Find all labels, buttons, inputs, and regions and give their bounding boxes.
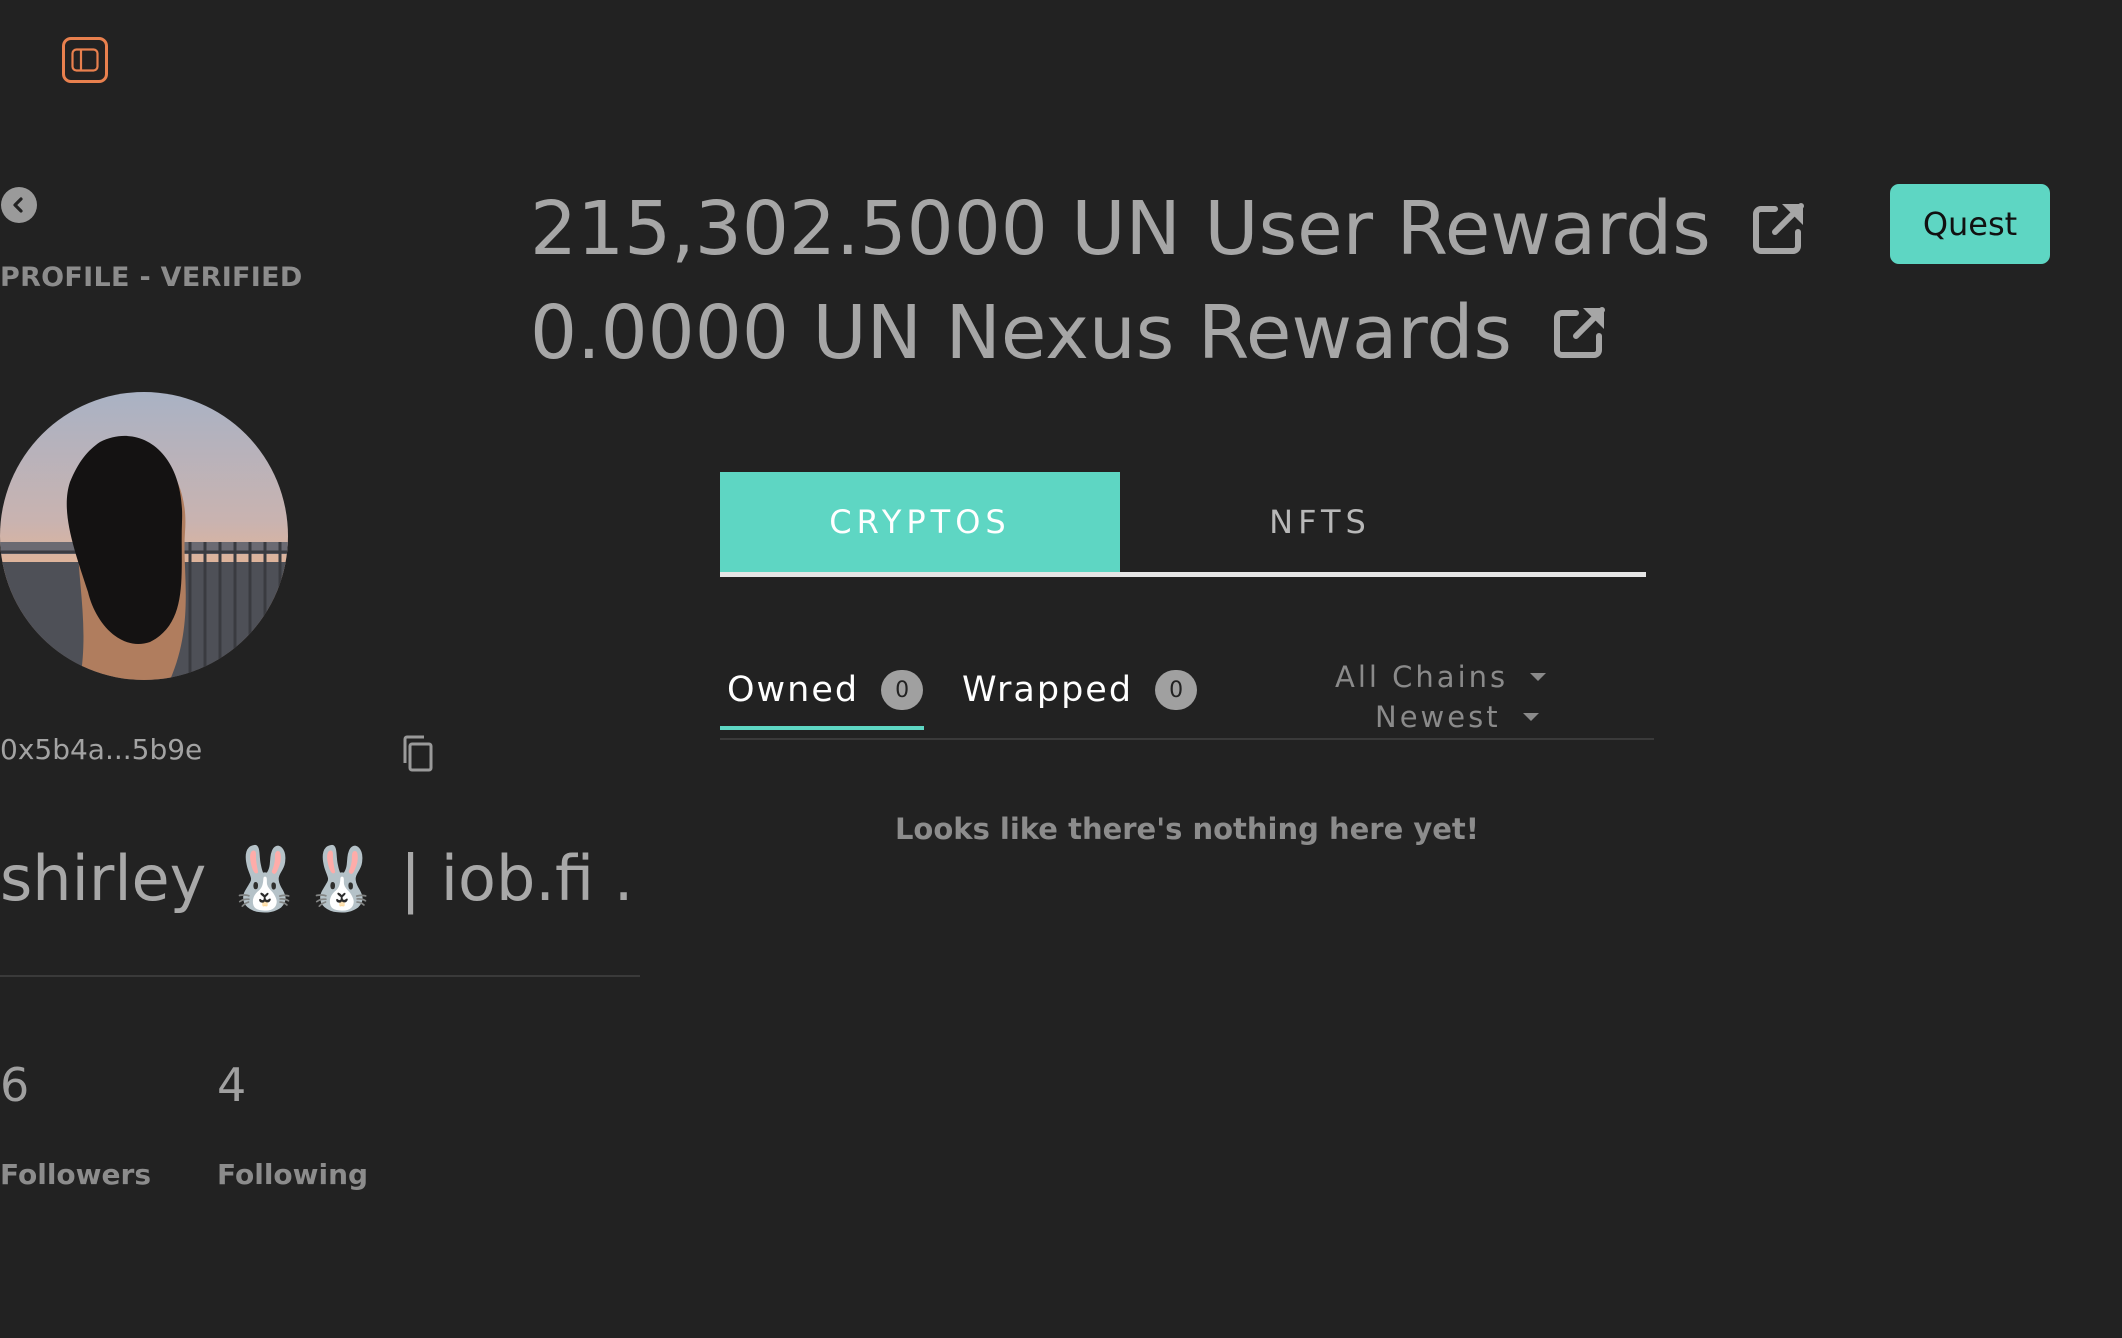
- user-rewards-row: 215,302.5000 UN User Rewards: [530, 186, 1807, 272]
- sidebar-toggle-button[interactable]: [62, 37, 108, 83]
- tabs-underline: [720, 572, 1646, 577]
- followers-label[interactable]: Followers: [0, 1158, 151, 1191]
- following-count[interactable]: 4: [217, 1058, 246, 1112]
- tab-cryptos[interactable]: CRYPTOS: [720, 472, 1120, 572]
- profile-status-label: PROFILE - VERIFIED: [0, 262, 303, 293]
- wallet-address: 0x5b4a...5b9e: [0, 733, 203, 766]
- subtab-owned-label: Owned: [727, 670, 860, 710]
- user-rewards-text: 215,302.5000 UN User Rewards: [530, 186, 1711, 272]
- chain-filter-value: All Chains: [1335, 660, 1509, 694]
- nexus-rewards-text: 0.0000 UN Nexus Rewards: [530, 290, 1512, 376]
- asset-type-tabs: CRYPTOS NFTS: [720, 472, 1646, 578]
- nexus-rewards-row: 0.0000 UN Nexus Rewards: [530, 290, 1608, 376]
- subtab-wrapped[interactable]: Wrapped 0: [962, 670, 1198, 710]
- quest-button[interactable]: Quest: [1890, 184, 2050, 264]
- copy-icon: [403, 735, 433, 772]
- owned-count-badge: 0: [881, 670, 924, 710]
- following-label[interactable]: Following: [217, 1158, 368, 1191]
- profile-divider: [0, 975, 640, 977]
- sort-value: Newest: [1375, 700, 1501, 734]
- empty-state-message: Looks like there's nothing here yet!: [894, 812, 1480, 846]
- back-button[interactable]: [1, 187, 37, 223]
- chain-filter-select[interactable]: All Chains: [1335, 660, 1547, 694]
- subtab-divider: [720, 738, 1654, 740]
- tab-nfts[interactable]: NFTS: [1120, 472, 1520, 572]
- subtab-wrapped-label: Wrapped: [962, 670, 1134, 710]
- wrapped-count-badge: 0: [1155, 670, 1198, 710]
- display-name: shirley 🐰🐰 | iob.fi ...: [0, 842, 640, 915]
- sort-select[interactable]: Newest: [1375, 700, 1539, 734]
- avatar[interactable]: [0, 392, 288, 680]
- chevron-left-icon: [13, 197, 23, 213]
- external-link-icon[interactable]: [1550, 304, 1608, 362]
- profile-page: PROFILE - VERIFIED 0x5b4a...5b9e shirley…: [0, 0, 2122, 1338]
- caret-down-icon: [1522, 713, 1539, 721]
- sidebar-panel-icon: [71, 48, 99, 72]
- subtab-owned[interactable]: Owned 0: [727, 670, 924, 710]
- followers-count[interactable]: 6: [0, 1058, 29, 1112]
- subtab-active-indicator: [720, 726, 924, 730]
- caret-down-icon: [1530, 673, 1547, 681]
- copy-address-button[interactable]: [400, 734, 436, 774]
- external-link-icon[interactable]: [1749, 200, 1807, 258]
